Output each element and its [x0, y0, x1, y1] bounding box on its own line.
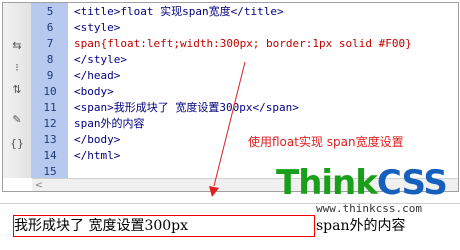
line-number: 9 — [46, 69, 54, 82]
logo-part-think: Think — [276, 163, 378, 203]
line-number: 5 — [46, 5, 54, 18]
editor-toolbar: ⇆ ⁝ ⇅ ✎ {} — [3, 3, 32, 178]
code-line[interactable]: <body> — [74, 84, 454, 100]
line-number: 7 — [46, 37, 54, 50]
split-icon[interactable]: ⇅ — [10, 83, 24, 97]
line-number: 8 — [46, 53, 54, 66]
code-line[interactable]: </style> — [74, 52, 454, 68]
line-numbers: 5 6 7 8 9 10 11 12 13 14 15 — [32, 4, 68, 180]
line-number: 6 — [46, 21, 54, 34]
code-line[interactable]: <title>float 实现span宽度</title> — [74, 4, 454, 20]
braces-icon[interactable]: {} — [10, 137, 24, 151]
preview-after-text: span外的内容 — [316, 218, 406, 234]
code-line[interactable]: span{float:left;width:300px; border:1px … — [74, 36, 454, 52]
thinkcss-logo: ThinkCSS — [276, 163, 448, 203]
preview-span-box: 我形成块了 宽度设置300px — [13, 215, 315, 237]
code-line[interactable]: <span>我形成块了 宽度设置300px</span> — [74, 100, 454, 116]
line-number: 13 — [43, 133, 57, 146]
line-number: 10 — [43, 85, 57, 98]
code-line[interactable]: span外的内容 — [74, 116, 454, 132]
highlight-icon[interactable]: ✎ — [10, 113, 24, 127]
code-line[interactable]: </html> — [74, 148, 454, 164]
format-icon[interactable]: ⇆ — [10, 39, 24, 53]
line-number: 12 — [43, 117, 57, 130]
annotation-text: 使用float实现 span宽度设置 — [248, 135, 404, 149]
wrap-icon[interactable]: ⁝ — [10, 61, 24, 75]
preview-divider — [0, 203, 460, 204]
line-number: 14 — [43, 149, 57, 162]
line-number: 11 — [43, 101, 57, 114]
logo-part-css: CSS — [376, 163, 448, 203]
scroll-left-icon[interactable]: < — [34, 179, 44, 191]
code-area[interactable]: <title>float 实现span宽度</title> <style> sp… — [74, 4, 454, 180]
code-line[interactable]: <style> — [74, 20, 454, 36]
code-line[interactable]: </head> — [74, 68, 454, 84]
